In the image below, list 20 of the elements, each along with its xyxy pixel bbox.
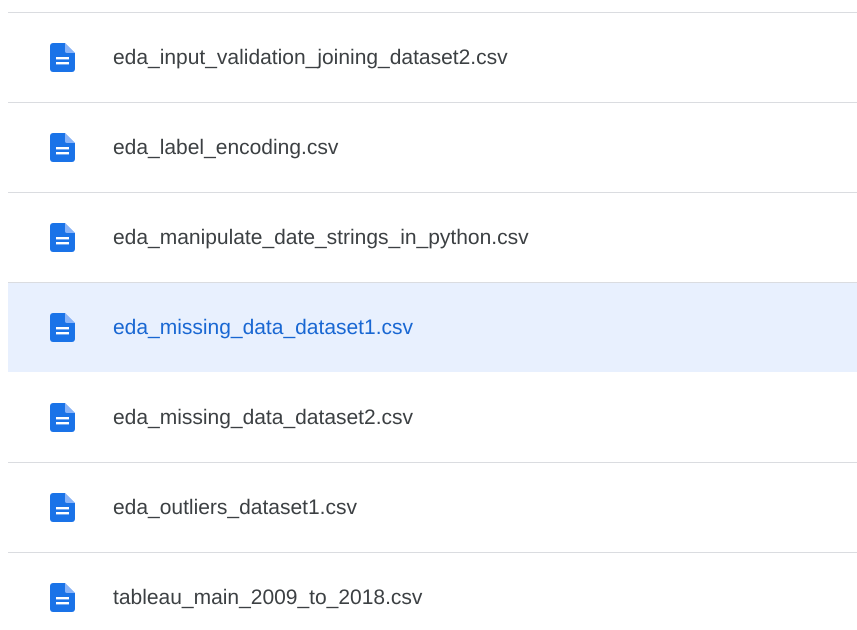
file-row[interactable]: eda_outliers_dataset1.csv [8, 462, 857, 552]
file-row[interactable]: eda_missing_data_dataset2.csv [8, 372, 857, 462]
document-icon [50, 43, 75, 72]
file-row[interactable]: eda_label_encoding.csv [8, 102, 857, 192]
file-name: tableau_main_2009_to_2018.csv [113, 586, 422, 610]
document-icon [50, 493, 75, 522]
document-icon [50, 403, 75, 432]
file-name: eda_outliers_dataset1.csv [113, 496, 357, 520]
file-name: eda_manipulate_date_strings_in_python.csv [113, 226, 529, 250]
file-name: eda_label_encoding.csv [113, 136, 338, 160]
file-row[interactable]: tableau_main_2009_to_2018.csv [8, 552, 857, 630]
file-name: eda_missing_data_dataset2.csv [113, 406, 414, 430]
file-name: eda_missing_data_dataset1.csv [113, 316, 414, 340]
document-icon [50, 313, 75, 342]
document-icon [50, 223, 75, 252]
file-row[interactable]: eda_input_validation_joining_dataset2.csv [8, 12, 857, 102]
file-name: eda_input_validation_joining_dataset2.csv [113, 46, 508, 70]
document-icon [50, 583, 75, 612]
document-icon [50, 133, 75, 162]
file-row[interactable]: eda_missing_data_dataset1.csv [8, 282, 857, 372]
